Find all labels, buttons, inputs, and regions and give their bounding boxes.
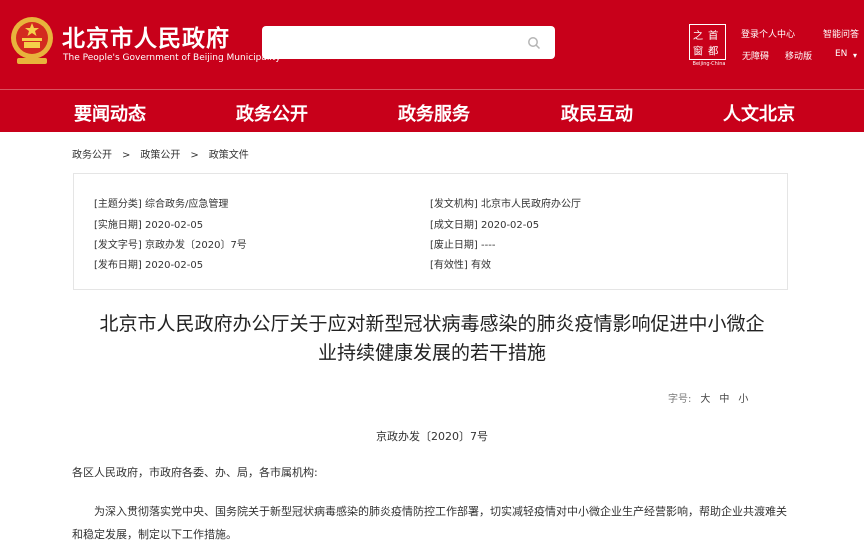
nav-item-gov-affairs[interactable]: 政务公开 [236,100,308,126]
chevron-down-icon[interactable]: ▾ [853,51,857,60]
nav-item-interaction[interactable]: 政民互动 [561,100,633,126]
font-size-small-button[interactable]: 小 [738,394,748,405]
document-title-line: 北京市人民政府办公厅关于应对新型冠状病毒感染的肺炎疫情影响促进中小微企 [99,313,765,335]
logo-char-4: 窗 [693,44,703,57]
site-header: 北京市人民政府 The People's Government of Beiji… [0,0,864,89]
language-switch[interactable]: EN [835,49,847,59]
breadcrumb: 政务公开 > 政策公开 > 政策文件 [72,146,249,161]
info-publish-date: [发布日期] 2020-02-05 [94,260,204,271]
info-issuer: [发文机构] 北京市人民政府办公厅 [430,199,581,210]
document-addressee: 各区人民政府，市政府各委、办、局，各市属机构: [72,466,318,479]
main-nav: 要闻动态 政务公开 政务服务 政民互动 人文北京 [0,89,864,132]
font-size-label: 字号: [668,394,692,405]
logo-char-1: 首 [708,29,718,42]
nav-item-culture[interactable]: 人文北京 [723,100,795,126]
site-title[interactable]: 北京市人民政府 [62,19,230,53]
logo-char-2: 之 [693,29,703,42]
breadcrumb-item[interactable]: 政策文件 [209,150,249,161]
info-written-date: [成文日期] 2020-02-05 [430,220,540,231]
font-size-large-button[interactable]: 大 [700,394,710,405]
font-size-switcher: 字号: 大中小 [668,390,748,405]
login-link[interactable]: 登录个人中心 [741,27,795,40]
national-emblem-icon [11,17,53,64]
site-subtitle: The People's Government of Beijing Munic… [63,53,281,63]
document-title: 北京市人民政府办公厅关于应对新型冠状病毒感染的肺炎疫情影响促进中小微企 业持续健… [66,310,798,368]
logo-char-3: 都 [708,45,718,57]
nav-item-services[interactable]: 政务服务 [398,100,470,126]
document-number: 京政办发〔2020〕7号 [376,430,488,443]
breadcrumb-separator: > [122,150,131,161]
breadcrumb-item[interactable]: 政务公开 [72,150,112,161]
info-topic: [主题分类] 综合政务/应急管理 [94,199,229,210]
info-repeal-date: [废止日期] ---- [430,240,496,251]
breadcrumb-separator: > [190,150,199,161]
font-size-medium-button[interactable]: 中 [719,394,729,405]
search-box [262,26,555,59]
info-effective-date: [实施日期] 2020-02-05 [94,220,204,231]
document-paragraph: 为深入贯彻落实党中央、国务院关于新型冠状病毒感染的肺炎疫情防控工作部署，切实减轻… [72,505,787,541]
breadcrumb-item[interactable]: 政策公开 [140,150,180,161]
accessibility-link[interactable]: 无障碍 [742,49,769,62]
info-validity: [有效性] 有效 [430,260,491,271]
info-doc-number: [发文字号] 京政办发〔2020〕7号 [94,240,247,251]
document-info-panel: [主题分类] 综合政务/应急管理 [发文机构] 北京市人民政府办公厅 [实施日期… [73,173,788,290]
capital-window-logo[interactable]: 首 之 都 窗 [689,24,726,60]
logo-subtitle: Beijing·China [692,61,726,67]
search-input[interactable] [272,33,522,53]
nav-item-news[interactable]: 要闻动态 [74,100,146,126]
search-icon[interactable] [527,36,541,50]
mobile-link[interactable]: 移动版 [785,49,812,62]
smart-qa-link[interactable]: 智能问答 [823,27,859,40]
document-title-line: 业持续健康发展的若干措施 [317,342,546,364]
